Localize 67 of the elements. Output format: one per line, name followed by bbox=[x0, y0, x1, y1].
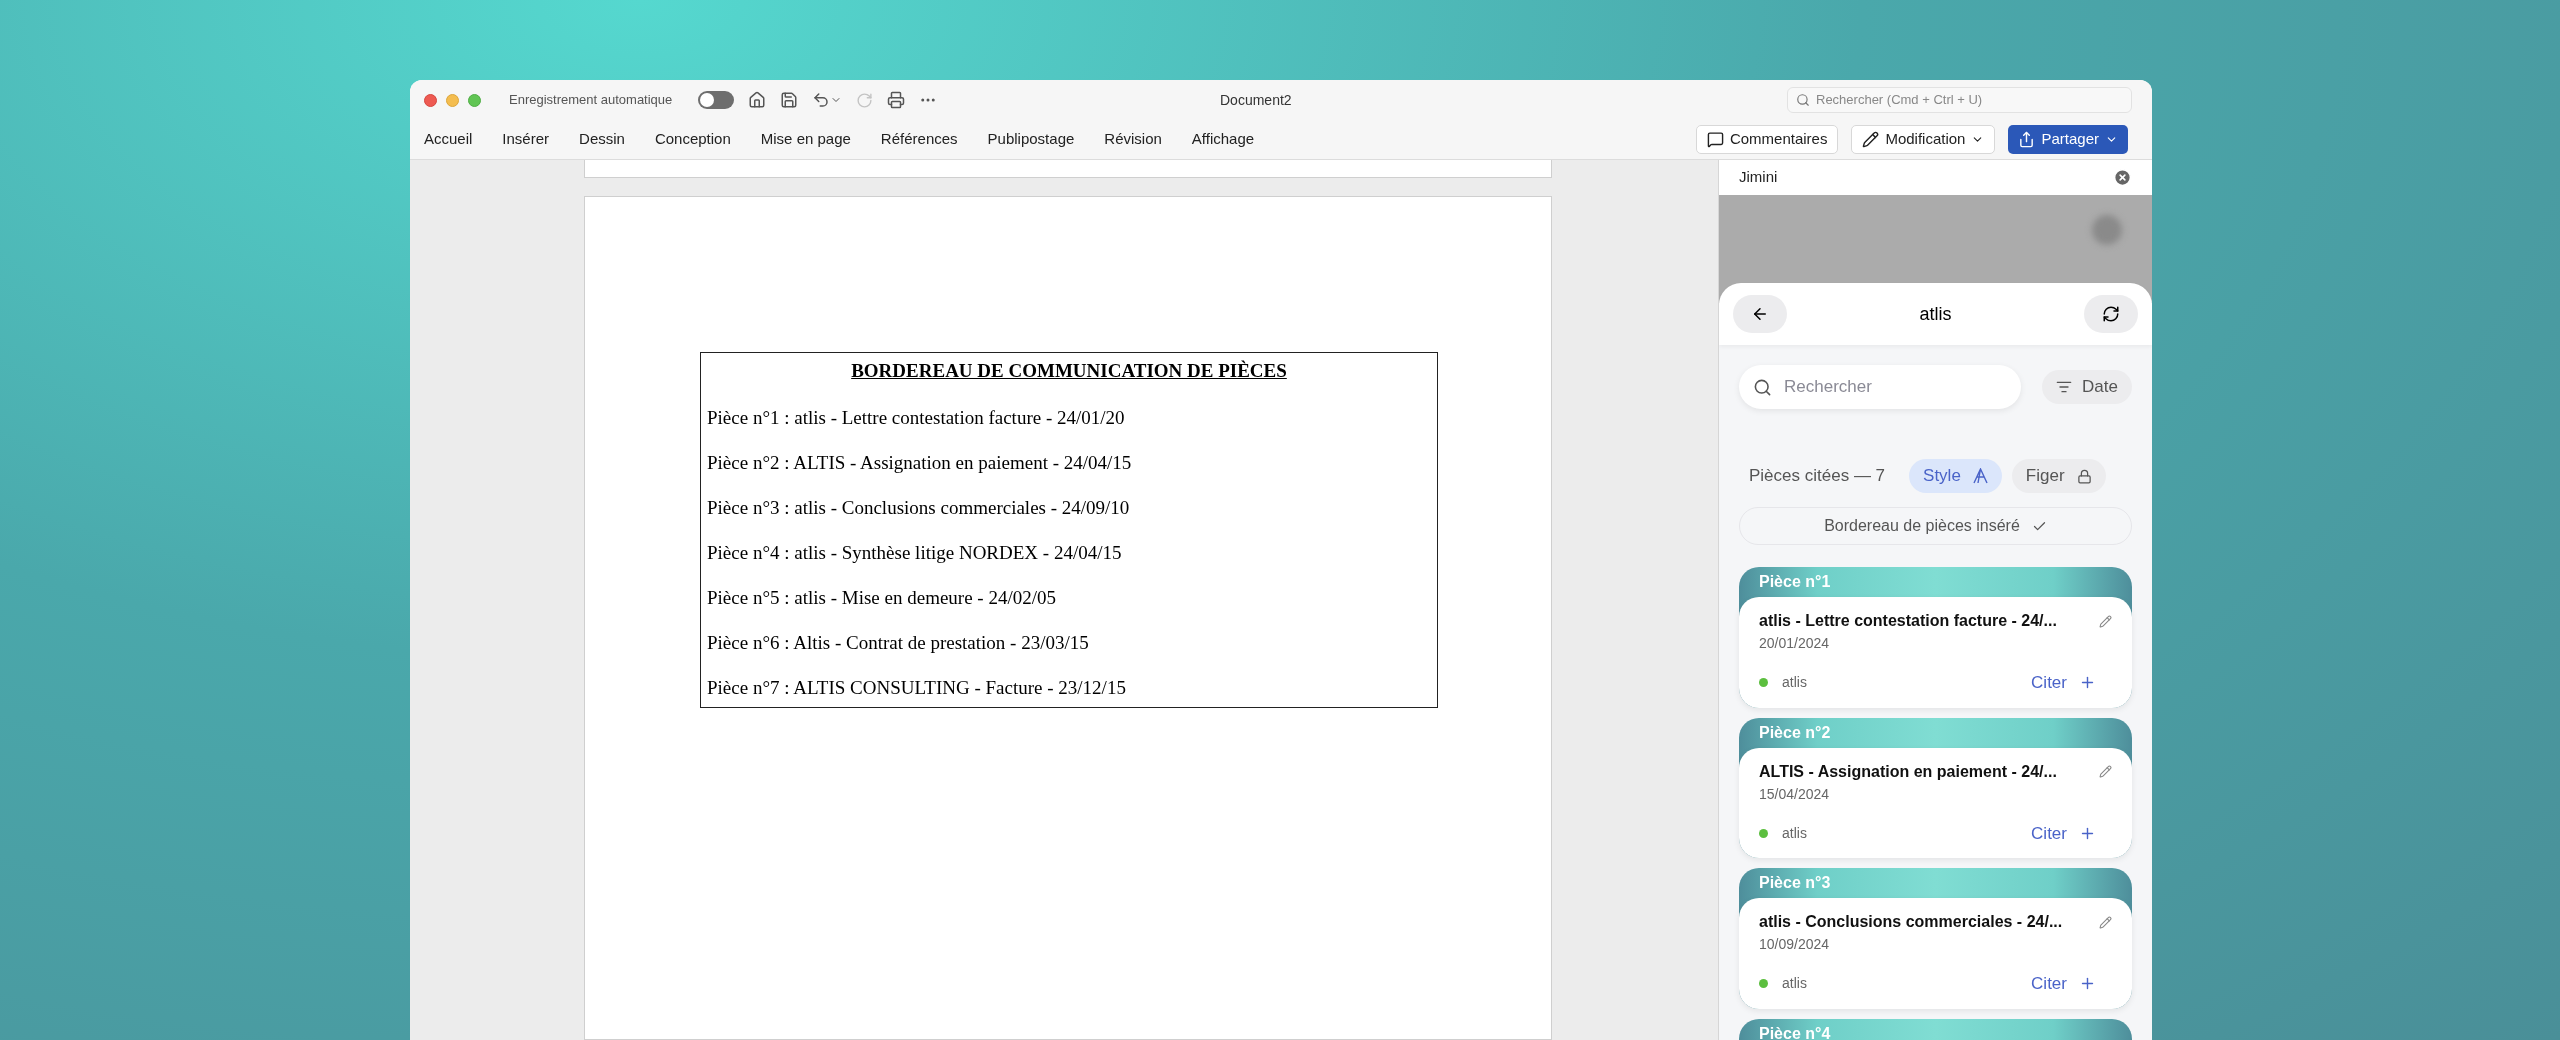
home-icon[interactable] bbox=[748, 91, 767, 109]
document-line: Pièce n°7 : ALTIS CONSULTING - Facture - 23/12/15 bbox=[707, 676, 1126, 698]
ribbon-tab[interactable]: Conception bbox=[654, 128, 731, 151]
close-icon[interactable] bbox=[2113, 168, 2132, 187]
piece-date: 20/01/2024 bbox=[1759, 634, 1831, 653]
piece-date: 10/09/2024 bbox=[1759, 935, 1831, 954]
ribbon-tab[interactable]: Références bbox=[880, 128, 958, 151]
filter-icon bbox=[2056, 379, 2073, 395]
document-line: Pièce n°6 : Altis - Contrat de prestation - 23/03/15 bbox=[707, 631, 1089, 653]
piece-label: Pièce n°2 bbox=[1759, 722, 1831, 743]
pencil-icon[interactable] bbox=[2099, 915, 2112, 929]
cite-button[interactable]: Citer bbox=[2031, 820, 2096, 846]
speech-bubble-icon bbox=[1706, 131, 1724, 148]
document-line: Pièce n°2 : ALTIS - Assignation en paiement - 24/04/15 bbox=[707, 451, 1132, 473]
pencil-icon bbox=[1862, 131, 1880, 148]
piece-date: 15/04/2024 bbox=[1759, 784, 1831, 804]
share-button[interactable]: Partager bbox=[2008, 125, 2128, 154]
refresh-button[interactable] bbox=[2084, 295, 2138, 333]
ribbon-tab[interactable]: Accueil bbox=[424, 128, 473, 151]
undo-icon[interactable] bbox=[812, 91, 831, 109]
date-filter-button[interactable]: Date bbox=[2042, 370, 2132, 404]
close-button[interactable] bbox=[424, 93, 437, 107]
panel-title: Jimini bbox=[1739, 167, 1778, 188]
piece-title: atlis - Conclusions commerciales - 24/... bbox=[1759, 912, 2063, 932]
piece-label: Pièce n°4 bbox=[1759, 1023, 1831, 1040]
ribbon-tab[interactable]: Affichage bbox=[1191, 128, 1255, 151]
piece-title: ALTIS - Assignation en paiement - 24/... bbox=[1759, 761, 2057, 782]
cited-count: Pièces citées — 7 bbox=[1749, 465, 1886, 488]
comments-button[interactable]: Commentaires bbox=[1695, 125, 1839, 154]
piece-title: atlis - Lettre contestation facture - 24/... bbox=[1759, 611, 2057, 631]
piece-source: atlis bbox=[1782, 823, 1807, 843]
piece-source: atlis bbox=[1782, 974, 1807, 994]
cite-button[interactable]: Citer bbox=[2031, 670, 2096, 696]
piece-label: Pièce n°3 bbox=[1759, 873, 1831, 893]
search-icon bbox=[1753, 377, 1772, 397]
search-icon bbox=[1796, 93, 1810, 107]
search-field[interactable]: Rechercher bbox=[1739, 365, 2021, 409]
save-icon[interactable] bbox=[780, 91, 799, 109]
autosave-toggle[interactable] bbox=[698, 91, 735, 109]
print-icon[interactable] bbox=[887, 91, 906, 109]
ribbon-tab[interactable]: Mise en page bbox=[760, 128, 851, 151]
document-line: Pièce n°1 : atlis - Lettre contestation facture - 24/01/20 bbox=[707, 406, 1125, 428]
letter-a-icon bbox=[1972, 468, 1988, 484]
document-line: Pièce n°3 : atlis - Conclusions commerciales - 24/09/10 bbox=[707, 496, 1130, 518]
ribbon-tab[interactable]: Dessin bbox=[579, 128, 625, 151]
share-icon bbox=[2018, 131, 2036, 148]
lock-icon bbox=[2076, 468, 2092, 484]
style-button[interactable]: Style bbox=[1909, 459, 2002, 493]
cite-button[interactable]: Citer bbox=[2031, 971, 2096, 997]
window-title: Document2 bbox=[1220, 90, 1292, 110]
ribbon-tab[interactable]: Insérer bbox=[502, 128, 550, 151]
document-line: Pièce n°4 : atlis - Synthèse litige NORDEX - 24/04/15 bbox=[707, 541, 1122, 563]
lock-button[interactable]: Figer bbox=[2011, 459, 2106, 493]
blur-spot bbox=[2092, 215, 2122, 245]
ribbon-tab[interactable]: Révision bbox=[1104, 128, 1162, 151]
piece-label: Pièce n°1 bbox=[1759, 572, 1831, 592]
refresh-icon bbox=[2102, 305, 2120, 323]
pencil-icon[interactable] bbox=[2099, 614, 2112, 628]
autosave-label: Enregistrement automatique bbox=[509, 91, 673, 110]
back-button[interactable] bbox=[1733, 295, 1787, 333]
ribbon-tab[interactable]: Publipostage bbox=[987, 128, 1075, 151]
table-heading: BORDEREAU DE COMMUNICATION DE PIÈCES bbox=[851, 359, 1287, 383]
piece-source: atlis bbox=[1782, 673, 1807, 693]
panel-header-title: atlis bbox=[1919, 302, 1952, 326]
mode-button[interactable]: Modification bbox=[1851, 125, 1996, 154]
pencil-icon[interactable] bbox=[2099, 765, 2112, 778]
document-line: Pièce n°5 : atlis - Mise en demeure - 24/02/05 bbox=[707, 586, 1056, 608]
